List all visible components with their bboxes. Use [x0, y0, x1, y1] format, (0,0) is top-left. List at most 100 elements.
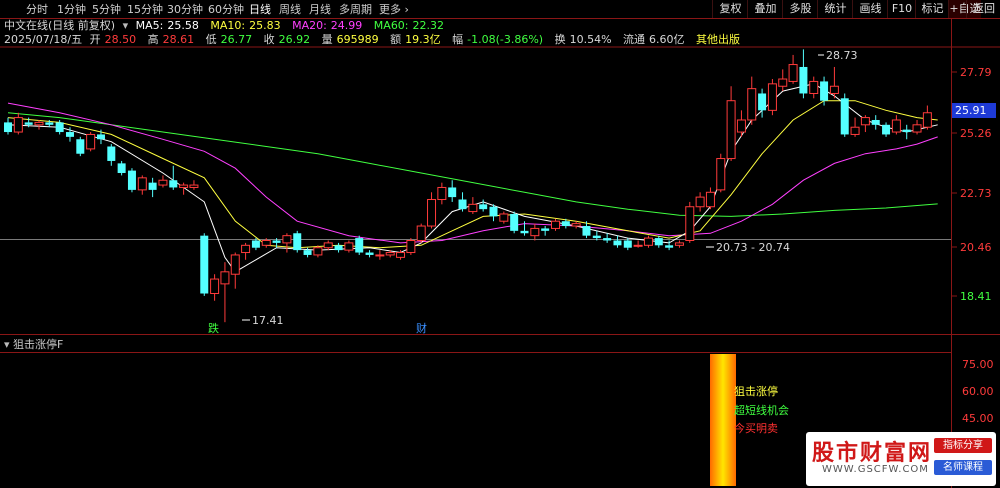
candle-body [272, 240, 281, 243]
candle [499, 211, 509, 224]
candle-body [55, 122, 64, 133]
candle [323, 240, 333, 251]
candle-body [654, 238, 663, 246]
candle [788, 54, 798, 84]
candle [633, 240, 643, 248]
candle-body [520, 230, 529, 234]
candle-body [365, 252, 374, 255]
candle [34, 119, 44, 130]
finance-marker[interactable]: 财 [416, 321, 427, 335]
candle-body [458, 199, 467, 210]
candle-body [871, 119, 880, 125]
indicator-tick: 45.00 [962, 412, 994, 425]
candle-body [200, 235, 209, 294]
candle-body [65, 132, 74, 137]
candle [778, 69, 788, 92]
candle-body [685, 206, 695, 241]
candle-body [850, 126, 860, 135]
candle [726, 86, 736, 161]
candle [891, 115, 901, 135]
candle [468, 197, 478, 214]
candle [840, 93, 849, 137]
candle [13, 112, 23, 135]
candle-body [571, 223, 581, 227]
candle-body [550, 220, 560, 229]
indicator-title[interactable]: ▾ 狙击涨停F [4, 338, 63, 352]
candle [871, 115, 880, 130]
candle [541, 226, 550, 236]
candle [117, 160, 126, 176]
candle-body [4, 122, 12, 133]
candle-body [705, 191, 715, 208]
candle-body [902, 129, 911, 133]
collapse-icon[interactable]: ▾ [4, 338, 13, 351]
candle-body [448, 187, 457, 198]
candle-body [820, 81, 829, 101]
candle-body [293, 233, 302, 251]
candle-body [261, 239, 271, 246]
candle-body [127, 170, 136, 190]
candle [148, 177, 157, 198]
indicator-tick: 75.00 [962, 358, 994, 371]
candle [344, 240, 354, 253]
candle [603, 233, 612, 243]
candle [747, 76, 757, 125]
candle [137, 175, 147, 195]
candle [571, 221, 581, 229]
candle [189, 180, 199, 190]
candle-body [891, 119, 901, 133]
price-tick: 27.79 [960, 66, 992, 79]
candle-body [489, 206, 498, 217]
price-tick: 25.26 [960, 127, 992, 140]
price-chart[interactable]: 27.79 25.26 22.73 20.46 18.41 25.91 75.0… [0, 0, 1000, 488]
candle [674, 240, 684, 248]
candle-body [158, 179, 168, 186]
candle [705, 187, 715, 210]
ma20-line [7, 102, 938, 244]
fall-marker[interactable]: 跌 [208, 321, 219, 335]
signal-label-limit-up: 狙击涨停 [734, 385, 778, 398]
candle-body [499, 213, 509, 222]
candle-body [747, 88, 757, 121]
candle-body [96, 134, 105, 140]
candle [922, 105, 932, 130]
candle [860, 115, 870, 133]
candle [665, 240, 674, 251]
range-label: 20.73 - 20.74 [716, 241, 790, 254]
moving-average-lines [7, 83, 938, 273]
candle-body [396, 252, 406, 258]
candle-body [643, 237, 653, 246]
candle-body [882, 124, 891, 135]
candle-body [778, 78, 788, 87]
candle-body [241, 244, 251, 254]
candle [695, 192, 705, 212]
candle-body [137, 177, 147, 191]
candle [282, 233, 292, 253]
candle-body [736, 119, 746, 133]
candle [334, 242, 343, 253]
price-tick: 18.41 [960, 290, 992, 303]
candle [416, 223, 426, 243]
candle-body [385, 252, 395, 256]
candle [86, 132, 96, 152]
candle-body [758, 93, 767, 111]
candle [685, 201, 695, 243]
candle [489, 204, 498, 222]
candle-body [665, 245, 674, 248]
candle-body [530, 227, 540, 237]
candle [365, 250, 374, 258]
watermark-tag-share: 指标分享 [934, 438, 992, 453]
candle [850, 117, 860, 137]
chart-annotations: 28.73 17.41 20.73 - 20.74 跌 财 [208, 49, 858, 335]
watermark-url: WWW.GSCFW.COM [822, 464, 929, 475]
candle-body [799, 66, 808, 94]
candle-body [582, 226, 591, 236]
candle [799, 49, 808, 99]
candle [448, 180, 457, 202]
candle-body [344, 242, 354, 251]
candle-body [726, 100, 736, 160]
candle-body [24, 122, 33, 125]
candle-body [860, 117, 870, 126]
candle-body [355, 238, 364, 253]
candle-body [107, 146, 116, 161]
